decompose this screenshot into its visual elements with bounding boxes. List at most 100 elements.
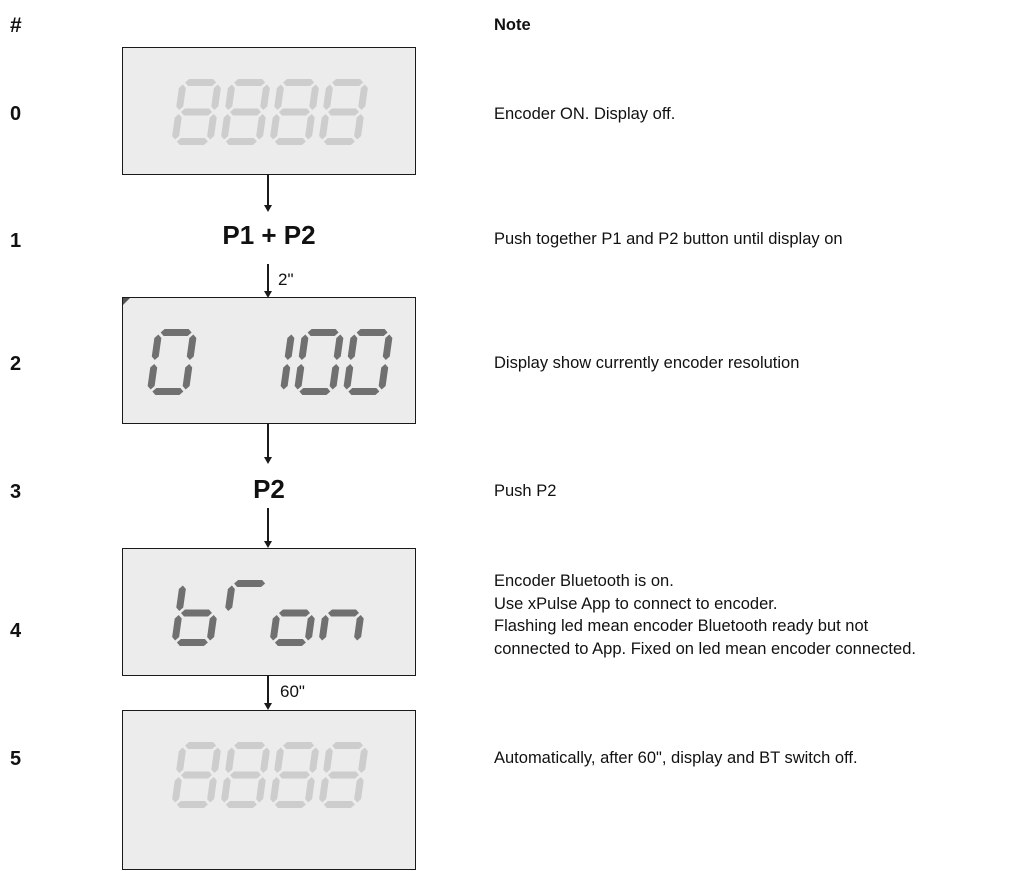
segment — [225, 84, 235, 110]
step-number-5: 5 — [10, 748, 22, 770]
segment — [274, 639, 306, 646]
segment — [152, 388, 184, 395]
segment — [332, 742, 364, 749]
segment — [305, 615, 315, 641]
step-number-2: 2 — [10, 353, 22, 375]
display-digits — [172, 580, 364, 646]
segment — [185, 79, 217, 86]
segment — [283, 742, 315, 749]
button-combo-label: P1 + P2 — [222, 220, 316, 250]
segment — [151, 334, 162, 360]
segment — [256, 114, 266, 140]
segment — [225, 747, 235, 773]
segment — [230, 108, 261, 116]
digit — [270, 79, 319, 145]
segment — [319, 114, 329, 140]
segment — [294, 364, 305, 390]
note-step-0: Encoder ON. Display off. — [494, 105, 676, 123]
segment — [279, 108, 310, 116]
segment — [323, 138, 355, 145]
step-number-3: 3 — [10, 481, 22, 503]
segment — [147, 364, 158, 390]
segment — [172, 615, 182, 641]
seven-segment-readout — [147, 329, 393, 395]
digit — [172, 585, 217, 646]
column-header-note: Note — [494, 16, 531, 34]
segment — [211, 84, 221, 110]
digit — [294, 329, 344, 395]
segment — [280, 364, 291, 390]
step-number-0: 0 — [10, 103, 22, 125]
segment — [328, 771, 359, 779]
segment — [274, 138, 306, 145]
delay-label: 60" — [280, 682, 305, 701]
segment — [181, 771, 212, 779]
note-step-4-line-4: connected to App. Fixed on led mean enco… — [494, 639, 916, 658]
segment — [323, 747, 333, 773]
segment — [234, 742, 266, 749]
segment — [221, 777, 231, 803]
note-step-4-line-1: Encoder Bluetooth is on. — [494, 572, 674, 590]
segment — [284, 334, 295, 360]
segment — [343, 364, 354, 390]
segment — [260, 747, 270, 773]
segment — [185, 742, 217, 749]
note-step-3: Push P2 — [494, 482, 557, 500]
segment — [333, 334, 344, 360]
segment — [221, 114, 231, 140]
segment — [279, 609, 310, 617]
segment — [382, 334, 393, 360]
segment — [309, 84, 319, 110]
segment — [274, 747, 284, 773]
digit — [280, 334, 295, 390]
segment — [323, 84, 333, 110]
segment — [358, 84, 368, 110]
lcd-display-step-2 — [122, 297, 416, 424]
digit — [172, 742, 221, 808]
note-step-4-line-3: Flashing led mean encoder Bluetooth read… — [494, 617, 869, 635]
segment — [176, 747, 186, 773]
segment — [354, 615, 364, 641]
lcd-display-step-5 — [122, 710, 416, 870]
segment — [260, 84, 270, 110]
digit — [147, 329, 197, 395]
seven-segment-readout — [172, 580, 364, 646]
segment — [354, 777, 364, 803]
segment — [274, 84, 284, 110]
segment — [283, 79, 315, 86]
button-label: P2 — [253, 474, 285, 504]
segment — [176, 639, 208, 646]
flow-arrow — [262, 676, 274, 710]
note-step-4-line-2: Use xPulse App to connect to encoder. — [494, 594, 778, 613]
flow-arrow — [262, 508, 274, 548]
segment — [309, 747, 319, 773]
segment — [348, 388, 380, 395]
display-digits — [172, 79, 368, 145]
segment — [256, 777, 266, 803]
segment — [279, 771, 310, 779]
digit — [319, 609, 364, 641]
segment — [347, 334, 358, 360]
note-step-5: Automatically, after 60", display and BT… — [494, 749, 858, 767]
delay-label: 2" — [278, 270, 294, 289]
segment — [207, 615, 217, 641]
segment — [328, 108, 359, 116]
seven-segment-readout — [172, 79, 368, 145]
segment — [329, 364, 340, 390]
segment — [356, 329, 388, 336]
segment — [234, 580, 266, 587]
segment — [160, 329, 192, 336]
segment — [299, 388, 331, 395]
flow-arrow — [262, 175, 274, 212]
segment — [328, 609, 359, 617]
segment — [274, 801, 306, 808]
segment — [172, 114, 182, 140]
digit — [221, 742, 270, 808]
step-number-1: 1 — [10, 230, 22, 252]
seven-segment-readout — [172, 742, 368, 808]
note-step-2: Display show currently encoder resolutio… — [494, 354, 800, 372]
digit — [172, 79, 221, 145]
segment — [358, 747, 368, 773]
segment — [207, 114, 217, 140]
note-step-1: Push together P1 and P2 button until dis… — [494, 230, 843, 248]
